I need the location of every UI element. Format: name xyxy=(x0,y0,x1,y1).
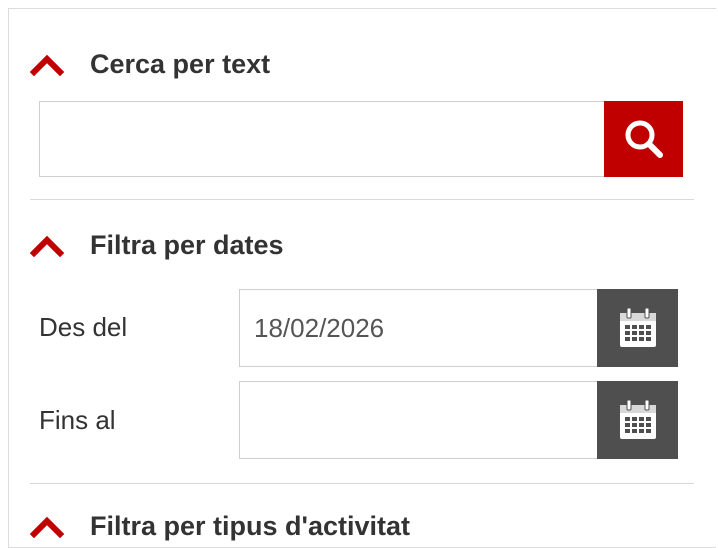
chevron-up-icon xyxy=(30,54,64,76)
to-date-input[interactable] xyxy=(239,381,598,459)
activity-type-section-toggle[interactable]: Filtra per tipus d'activitat xyxy=(30,506,410,546)
calendar-icon xyxy=(619,307,656,347)
search-button[interactable] xyxy=(604,101,683,177)
activity-type-title: Filtra per tipus d'activitat xyxy=(90,510,410,541)
date-filter-title: Filtra per dates xyxy=(90,229,284,260)
search-icon xyxy=(625,120,663,158)
date-filter-section-toggle[interactable]: Filtra per dates xyxy=(30,225,284,265)
section-divider xyxy=(30,199,694,200)
from-date-label: Des del xyxy=(39,312,128,342)
search-input[interactable] xyxy=(39,101,605,177)
text-search-title: Cerca per text xyxy=(90,48,271,79)
to-date-label: Fins al xyxy=(39,405,116,435)
calendar-icon xyxy=(619,399,656,439)
section-divider xyxy=(30,483,694,484)
filter-panel xyxy=(8,8,716,548)
from-date-input[interactable] xyxy=(239,289,598,367)
text-search-section-toggle[interactable]: Cerca per text xyxy=(30,44,270,84)
chevron-up-icon xyxy=(30,516,64,538)
from-date-calendar-button[interactable] xyxy=(597,289,678,367)
chevron-up-icon xyxy=(30,235,64,257)
to-date-calendar-button[interactable] xyxy=(597,381,678,459)
